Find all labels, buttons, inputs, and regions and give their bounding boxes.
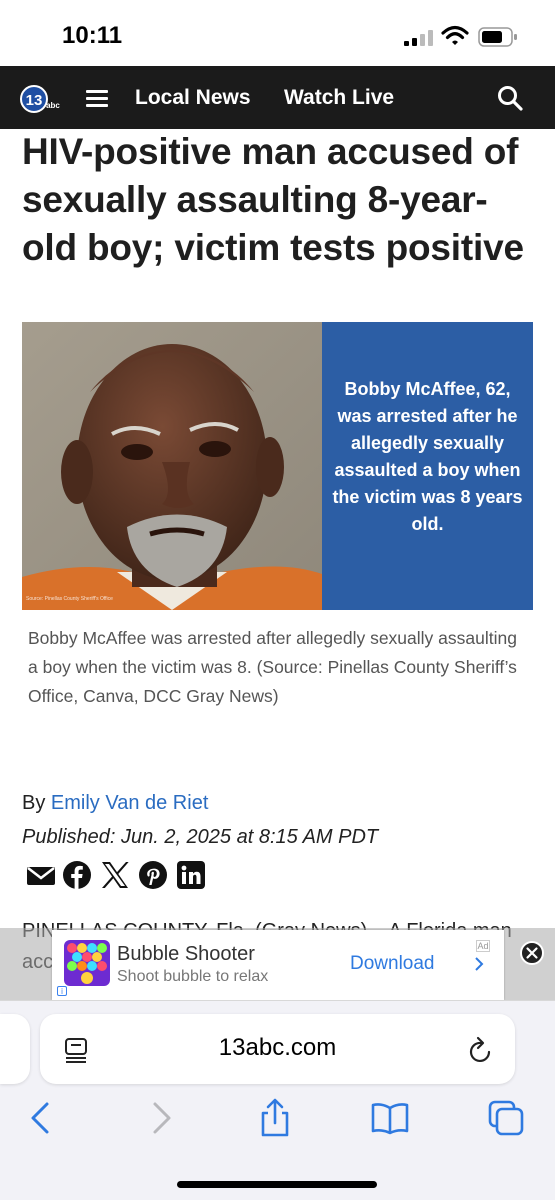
image-panel-text: Bobby McAffee, 62, was arrested after he…	[332, 379, 523, 534]
ad-subtitle: Shoot bubble to relax	[117, 968, 269, 985]
mugshot-photo	[22, 322, 322, 610]
ad-app-icon	[64, 940, 110, 986]
status-time: 10:11	[62, 22, 123, 49]
byline: By Emily Van de Riet	[22, 792, 208, 815]
hamburger-menu-icon[interactable]	[86, 88, 108, 108]
facebook-share-icon[interactable]	[62, 860, 92, 890]
back-arrow-icon[interactable]	[22, 1098, 62, 1138]
ad-title: Bubble Shooter	[117, 943, 255, 965]
reload-icon[interactable]	[467, 1035, 495, 1065]
linkedin-share-icon[interactable]	[176, 860, 206, 890]
ad-banner[interactable]: Bubble Shooter Shoot bubble to relax Dow…	[52, 930, 504, 1000]
nav-local-news[interactable]: Local News	[135, 86, 251, 110]
svg-text:13: 13	[26, 92, 43, 109]
tabs-icon[interactable]	[486, 1098, 526, 1138]
bookmarks-icon[interactable]	[370, 1098, 410, 1138]
chevron-right-icon	[475, 957, 484, 971]
svg-text:abc: abc	[46, 101, 60, 110]
search-icon[interactable]	[497, 85, 523, 111]
photo-credit: Source: Pinellas County Sheriff's Office	[26, 596, 113, 602]
cellular-signal-icon	[404, 30, 433, 46]
status-bar: 10:11	[0, 0, 555, 66]
email-share-icon[interactable]	[26, 860, 56, 890]
previous-tab-card[interactable]	[0, 1014, 30, 1084]
ad-badge: Ad	[476, 940, 490, 952]
home-indicator	[177, 1181, 377, 1188]
author-link[interactable]: Emily Van de Riet	[51, 792, 208, 814]
published-date: Published: Jun. 2, 2025 at 8:15 AM PDT	[22, 826, 379, 848]
13abc-logo[interactable]: 13 abc	[20, 84, 62, 114]
byline-prefix: By	[22, 792, 46, 814]
ad-close-icon[interactable]	[519, 940, 545, 966]
x-share-icon[interactable]	[100, 860, 130, 890]
pinterest-share-icon[interactable]	[138, 860, 168, 890]
image-caption: Bobby McAffee was arrested after alleged…	[28, 628, 517, 706]
battery-icon	[478, 27, 517, 47]
site-navbar	[0, 66, 555, 129]
ad-download-button[interactable]: Download	[350, 953, 435, 975]
url-text[interactable]: 13abc.com	[40, 1034, 515, 1062]
forward-arrow-icon[interactable]	[140, 1098, 180, 1138]
nav-watch-live[interactable]: Watch Live	[284, 86, 394, 110]
article-hero-image[interactable]: Bobby McAffee, 62, was arrested after he…	[22, 322, 533, 610]
address-bar[interactable]: 13abc.com	[40, 1014, 515, 1084]
article-headline: HIV-positive man accused of sexually ass…	[22, 131, 524, 268]
image-text-panel: Bobby McAffee, 62, was arrested after he…	[322, 322, 533, 610]
wifi-icon	[441, 25, 469, 45]
share-icon[interactable]	[255, 1098, 295, 1138]
ad-info-icon[interactable]: i	[57, 986, 67, 996]
